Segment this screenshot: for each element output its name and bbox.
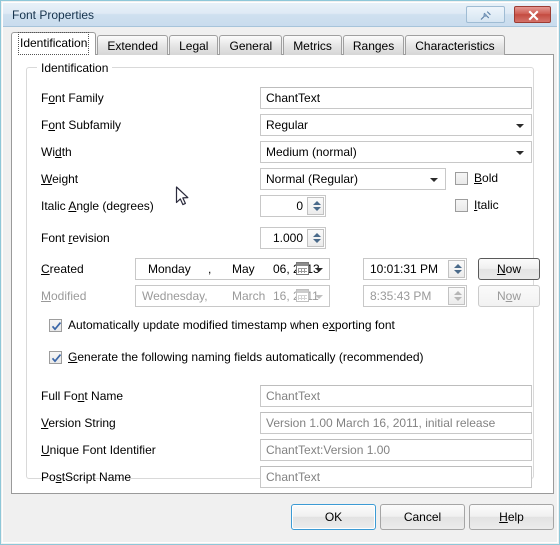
tab-identification-label: Identification	[17, 32, 90, 55]
font-subfamily-combo[interactable]: Regular	[260, 114, 532, 136]
italic-angle-spinner[interactable]: 0	[260, 195, 326, 217]
font-family-input[interactable]: ChantText	[260, 87, 532, 109]
font-subfamily-value: Regular	[266, 118, 309, 132]
spinner-down-icon[interactable]	[313, 239, 321, 243]
calendar-icon[interactable]	[296, 262, 309, 275]
checkmark-icon	[51, 322, 62, 331]
generate-naming-fields-label: Generate the following naming fields aut…	[68, 350, 424, 364]
created-time-spinner[interactable]: 10:01:31 PM	[363, 258, 467, 280]
created-month: May	[232, 262, 255, 276]
chevron-down-icon	[430, 178, 438, 182]
bold-checkbox-box	[455, 172, 468, 185]
tab-metrics-label: Metrics	[293, 39, 332, 53]
auto-update-timestamp-label: Automatically update modified timestamp …	[68, 318, 395, 332]
tab-extended[interactable]: Extended	[97, 35, 169, 55]
label-created: Created	[41, 262, 84, 276]
created-now-button[interactable]: Now	[478, 258, 540, 280]
modified-time-spinner: 8:35:43 PM	[363, 285, 467, 307]
identification-groupbox: Identification Font Family ChantText Fon…	[26, 61, 540, 488]
version-string-input[interactable]: Version 1.00 March 16, 2011, initial rel…	[260, 412, 532, 434]
spinner-buttons	[448, 287, 465, 305]
tab-extended-label: Extended	[107, 39, 159, 53]
width-value: Medium (normal)	[266, 145, 357, 159]
postscript-name-input[interactable]: ChantText	[260, 466, 532, 488]
created-time-value: 10:01:31 PM	[370, 262, 439, 276]
italic-angle-value: 0	[296, 199, 303, 213]
created-date-picker[interactable]: Monday , May 06, 2013	[135, 258, 330, 280]
unique-font-identifier-input[interactable]: ChantText:Version 1.00	[260, 439, 532, 461]
label-modified: Modified	[41, 289, 87, 303]
width-combo[interactable]: Medium (normal)	[260, 141, 532, 163]
groupbox-legend: Identification	[37, 61, 113, 75]
auto-update-timestamp-checkbox-box	[49, 319, 62, 332]
modified-date-picker: Wednesday, March 16, 2011	[135, 285, 330, 307]
label-italic-angle: Italic Angle (degrees)	[41, 199, 154, 213]
bold-checkbox-label: Bold	[474, 171, 499, 185]
tab-characteristics[interactable]: Characteristics	[405, 35, 505, 55]
italic-checkbox-label: Italic	[474, 198, 499, 212]
label-font-family: Font Family	[41, 91, 104, 105]
cancel-button[interactable]: Cancel	[380, 504, 465, 530]
chevron-down-icon	[516, 151, 524, 155]
spinner-buttons[interactable]	[307, 197, 324, 215]
created-separator: ,	[208, 262, 212, 276]
tab-strip: Identification Extended Legal General Me…	[11, 32, 506, 55]
label-postscript-name: PostScript Name	[41, 470, 132, 484]
checkmark-icon	[51, 354, 62, 363]
spinner-up-icon	[454, 291, 462, 295]
weight-value: Normal (Regular)	[266, 172, 359, 186]
full-font-name-input[interactable]: ChantText	[260, 385, 532, 407]
spinner-down-icon[interactable]	[313, 207, 321, 211]
created-weekday: Monday	[148, 262, 191, 276]
spinner-up-icon[interactable]	[313, 201, 321, 205]
chevron-down-icon	[315, 295, 323, 299]
tab-panel-identification: Identification Font Family ChantText Fon…	[11, 54, 554, 494]
pushpin-button[interactable]	[466, 6, 505, 23]
weight-combo[interactable]: Normal (Regular)	[260, 168, 446, 190]
tab-general[interactable]: General	[219, 35, 283, 55]
calendar-icon	[296, 289, 309, 302]
tab-ranges-label: Ranges	[352, 39, 395, 53]
label-unique-font-identifier: Unique Font Identifier	[41, 443, 156, 457]
spinner-buttons[interactable]	[307, 229, 324, 247]
label-version-string: Version String	[41, 416, 116, 430]
label-font-subfamily: Font Subfamily	[41, 118, 122, 132]
modified-weekday: Wednesday,	[142, 289, 208, 303]
tab-legal-label: Legal	[179, 39, 209, 53]
tab-legal[interactable]: Legal	[169, 35, 219, 55]
window-title: Font Properties	[12, 8, 95, 22]
spinner-up-icon[interactable]	[313, 233, 321, 237]
spinner-buttons[interactable]	[448, 260, 465, 278]
label-weight: Weight	[41, 172, 79, 186]
label-width: Width	[41, 145, 72, 159]
generate-naming-fields-checkbox-box	[49, 351, 62, 364]
close-button[interactable]	[514, 6, 551, 23]
spinner-down-icon[interactable]	[454, 270, 462, 274]
window-inner: Font Properties Identification Extended …	[2, 2, 558, 543]
modified-month: March	[232, 289, 266, 303]
italic-checkbox-box	[455, 199, 468, 212]
ok-button[interactable]: OK	[291, 504, 376, 530]
font-properties-window: Font Properties Identification Extended …	[0, 0, 560, 545]
font-revision-value: 1.000	[272, 231, 303, 245]
dialog-button-bar: OK Cancel Help	[3, 492, 557, 542]
chevron-down-icon[interactable]	[315, 268, 323, 272]
tab-ranges[interactable]: Ranges	[342, 35, 405, 55]
label-font-revision: Font revision	[41, 231, 110, 245]
label-full-font-name: Full Font Name	[41, 389, 124, 403]
tab-identification[interactable]: Identification	[11, 32, 97, 55]
tab-metrics[interactable]: Metrics	[283, 35, 342, 55]
tab-general-label: General	[229, 39, 273, 53]
help-button[interactable]: Help	[469, 504, 554, 530]
titlebar: Font Properties	[3, 3, 557, 27]
chevron-down-icon	[516, 124, 524, 128]
modified-now-button: Now	[478, 285, 540, 307]
modified-time-value: 8:35:43 PM	[370, 289, 432, 303]
tab-characteristics-label: Characteristics	[415, 39, 495, 53]
font-revision-spinner[interactable]: 1.000	[260, 227, 326, 249]
spinner-up-icon[interactable]	[454, 264, 462, 268]
spinner-down-icon	[454, 297, 462, 301]
